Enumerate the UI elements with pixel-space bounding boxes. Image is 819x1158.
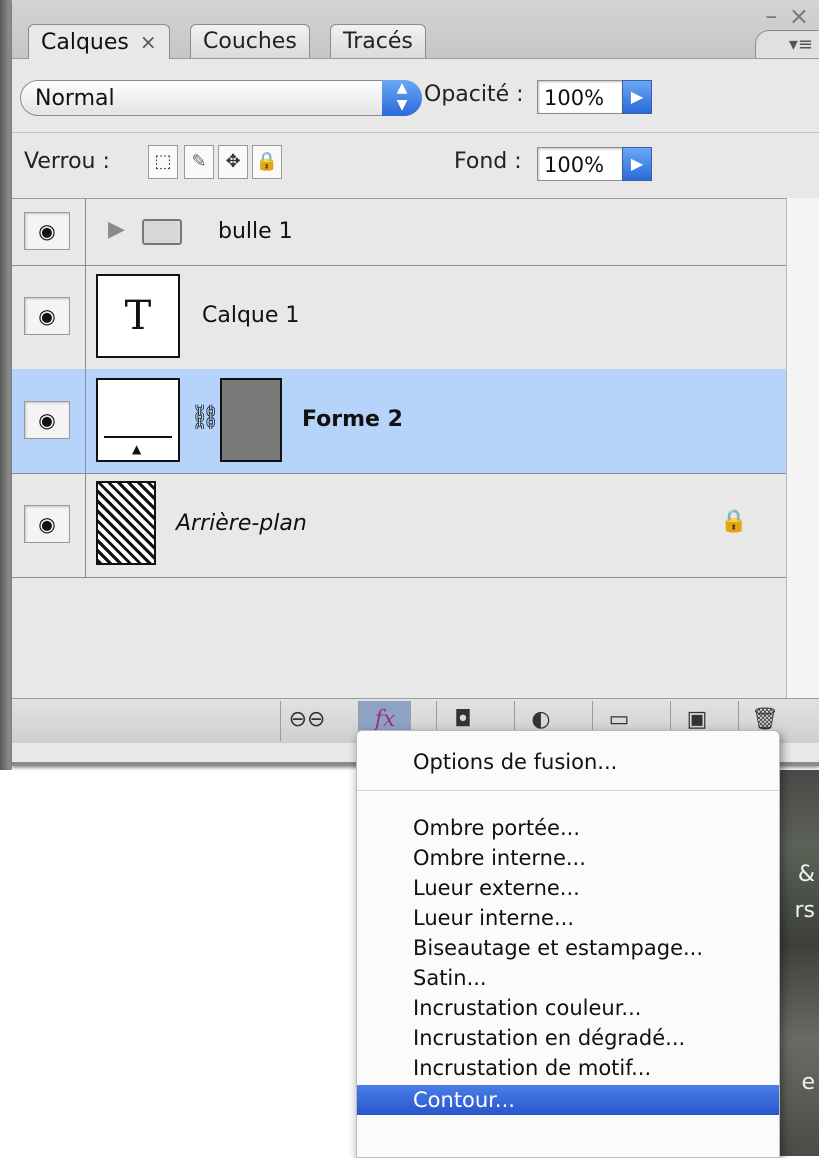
blend-row: Normal ▲ ▼ Opacité : 100% ▶ — [12, 58, 819, 132]
blend-mode-select[interactable]: Normal ▲ ▼ — [20, 80, 422, 116]
lock-position-icon[interactable]: ✥ — [218, 145, 248, 179]
shape-thumbnail: ▲ — [96, 378, 180, 462]
layer-row-selected[interactable]: ◉ ▲ ⛓ Forme 2 — [12, 369, 787, 474]
fill-label: Fond : — [454, 149, 522, 174]
menu-item-highlighted[interactable]: Contour... — [357, 1085, 779, 1115]
bg-text-fragment: e — [801, 1070, 815, 1095]
menu-item[interactable]: Satin... — [357, 963, 779, 993]
visibility-cell: ◉ — [12, 265, 86, 369]
bg-text-fragment: rs — [794, 898, 815, 923]
link-icon[interactable]: ⛓ — [190, 403, 220, 431]
menu-item[interactable]: Lueur externe... — [357, 873, 779, 903]
panel-tab-bar: Calques × Couches Tracés – × ▾≡ — [12, 0, 819, 59]
menu-item[interactable]: Biseautage et estampage... — [357, 933, 779, 963]
eye-icon[interactable]: ◉ — [24, 297, 70, 335]
menu-item[interactable]: Incrustation de motif... — [357, 1053, 779, 1083]
text-layer-thumbnail: T — [96, 274, 180, 358]
lock-transparency-icon[interactable]: ⬚ — [148, 145, 178, 179]
visibility-cell: ◉ — [12, 473, 86, 577]
visibility-cell: ◉ — [12, 369, 86, 473]
lock-all-icon[interactable]: 🔒 — [252, 145, 282, 179]
scrollbar[interactable] — [786, 198, 819, 698]
fill-field[interactable]: 100% — [537, 147, 623, 181]
panel-menu-icon[interactable]: ▾≡ — [755, 30, 819, 58]
layer-name: bulle 1 — [218, 219, 293, 244]
visibility-cell: ◉ — [12, 199, 86, 265]
menu-item[interactable]: Lueur interne... — [357, 903, 779, 933]
menu-item[interactable]: Ombre interne... — [357, 843, 779, 873]
lock-row: Verrou : ⬚ ✎ ✥ 🔒 Fond : 100% ▶ — [12, 132, 819, 199]
fill-slider-button[interactable]: ▶ — [622, 147, 652, 181]
menu-item[interactable]: Incrustation couleur... — [357, 993, 779, 1023]
opacity-label: Opacité : — [424, 82, 524, 107]
layers-panel: Calques × Couches Tracés – × ▾≡ Normal ▲… — [12, 0, 819, 766]
tab-traces[interactable]: Tracés — [330, 24, 426, 58]
layer-name: Forme 2 — [302, 407, 403, 432]
link-layers-icon[interactable]: ⊖⊖ — [280, 701, 333, 741]
lock-icon: 🔒 — [720, 509, 748, 534]
layer-row[interactable]: ◉ T Calque 1 — [12, 265, 787, 370]
menu-item-blending-options[interactable]: Options de fusion... — [357, 747, 779, 777]
layer-name: Arrière-plan — [176, 511, 307, 536]
layer-row[interactable]: ◉ ▶ bulle 1 — [12, 199, 787, 266]
vector-mask-thumbnail — [220, 378, 282, 462]
menu-item[interactable]: Incrustation en dégradé... — [357, 1023, 779, 1053]
opacity-field[interactable]: 100% — [537, 80, 623, 114]
lock-label: Verrou : — [24, 149, 110, 174]
window-controls[interactable]: – × — [765, 2, 811, 30]
window-edge — [0, 0, 12, 770]
layer-style-menu: Options de fusion... Ombre portée... Omb… — [356, 730, 780, 1158]
layer-name: Calque 1 — [202, 303, 300, 328]
close-icon[interactable]: × — [140, 30, 157, 54]
layer-row[interactable]: ◉ Arrière-plan 🔒 — [12, 473, 787, 578]
layers-list: ◉ ▶ bulle 1 ◉ T Calque 1 ◉ ▲ ⛓ Forme 2 ◉… — [12, 198, 787, 699]
tab-label: Tracés — [343, 29, 413, 54]
menu-item[interactable]: Ombre portée... — [357, 813, 779, 843]
lock-pixels-icon[interactable]: ✎ — [184, 145, 214, 179]
opacity-slider-button[interactable]: ▶ — [622, 80, 652, 114]
tab-calques[interactable]: Calques × — [28, 24, 170, 59]
tab-label: Calques — [41, 30, 129, 55]
eye-icon[interactable]: ◉ — [24, 401, 70, 439]
background-thumbnail — [96, 481, 156, 565]
select-stepper-icon: ▲ ▼ — [382, 80, 422, 116]
folder-icon — [142, 219, 182, 245]
eye-icon[interactable]: ◉ — [24, 505, 70, 543]
blend-mode-value: Normal — [35, 86, 115, 111]
tab-label: Couches — [203, 29, 297, 54]
tab-couches[interactable]: Couches — [190, 24, 310, 58]
disclosure-triangle-icon[interactable]: ▶ — [108, 217, 125, 242]
eye-icon[interactable]: ◉ — [24, 212, 70, 250]
bg-text-fragment: & — [797, 862, 815, 887]
menu-separator — [357, 790, 779, 791]
